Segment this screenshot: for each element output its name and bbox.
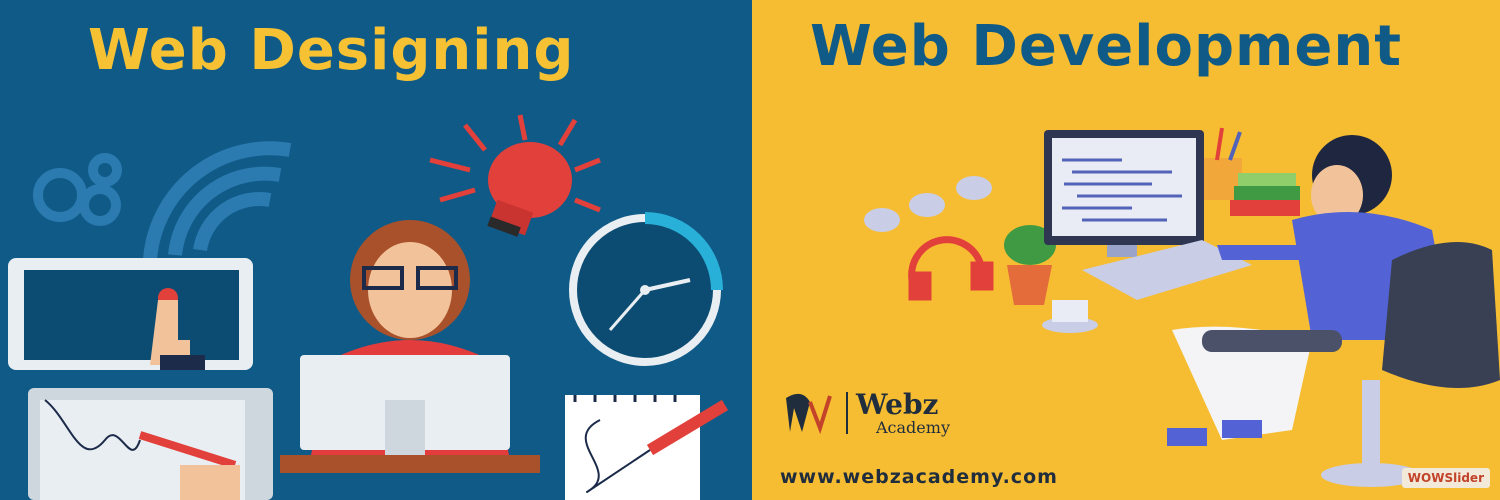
logo-subtitle: Academy: [876, 418, 950, 437]
tablet-touch-icon: [8, 258, 253, 370]
notepad-pencil-icon: [565, 395, 729, 500]
lightbulb-icon: [429, 114, 601, 237]
web-development-panel: Web Development Webz Academy www.webzaca…: [752, 0, 1500, 500]
designer-person: [280, 220, 540, 473]
books-and-pencils-icon: [1204, 127, 1300, 216]
headphones-icon: [908, 236, 994, 301]
website-url[interactable]: www.webzacademy.com: [780, 466, 1058, 488]
drawing-tablet-icon: [28, 388, 273, 500]
computer-monitor-icon: [1044, 130, 1204, 257]
webz-academy-logo: Webz Academy: [780, 388, 1010, 440]
web-designing-panel: Web Designing: [0, 0, 752, 500]
gear-icon: [33, 153, 122, 226]
wifi-icon: [143, 141, 292, 261]
coffee-cup-icon: [1042, 300, 1098, 333]
logo-name: Webz: [856, 388, 939, 421]
logo-divider: [846, 392, 848, 434]
bubble-shapes: [864, 176, 992, 232]
logo-mark-icon: [786, 393, 832, 435]
clock-icon: [569, 212, 723, 366]
wowslider-badge[interactable]: WOWSlider: [1401, 468, 1490, 488]
web-designing-illustration: [8, 114, 729, 500]
